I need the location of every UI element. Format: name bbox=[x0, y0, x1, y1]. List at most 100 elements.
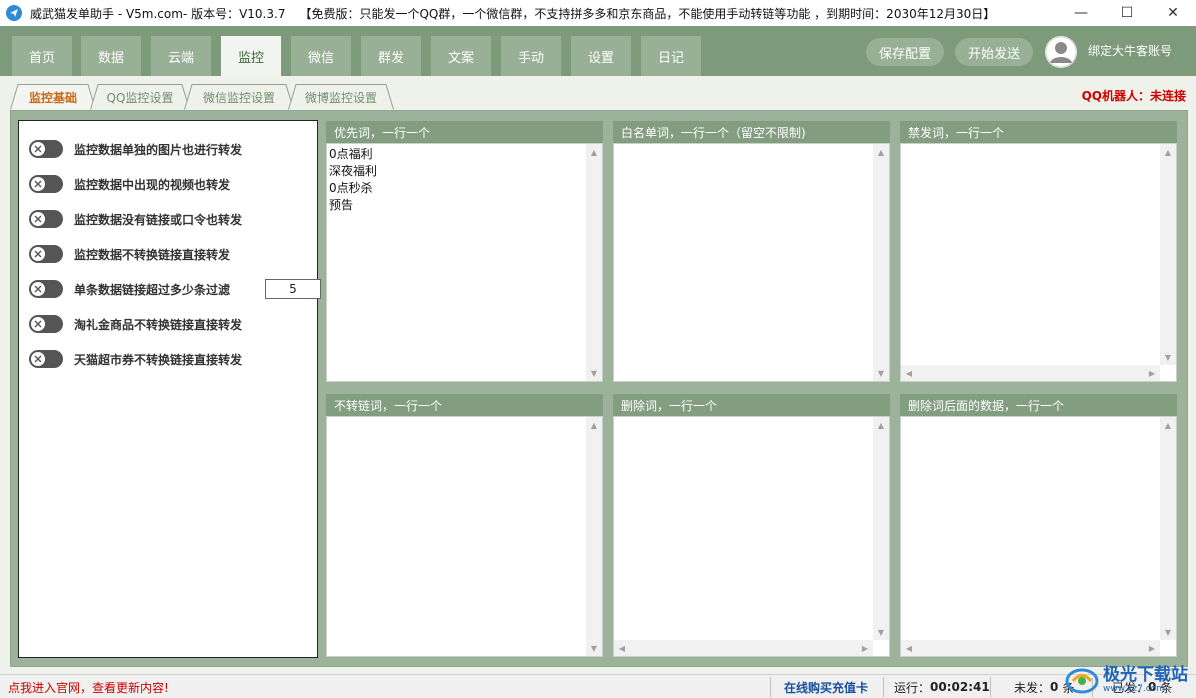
horizontal-scrollbar[interactable]: ◀ ▶ bbox=[901, 365, 1160, 381]
tab-data[interactable]: 数据 bbox=[81, 36, 141, 76]
scroll-up-icon[interactable]: ▲ bbox=[586, 417, 602, 433]
delete-words-textarea[interactable]: ▲ ▼ ◀ ▶ bbox=[613, 416, 890, 657]
off-icon bbox=[31, 212, 45, 226]
watermark-text: 极光下载站 bbox=[1103, 665, 1188, 686]
scroll-down-icon[interactable]: ▼ bbox=[1160, 349, 1176, 365]
vertical-scrollbar[interactable]: ▲ ▼ bbox=[586, 144, 602, 381]
window-title: 威武猫发单助手 - V5m.com- 版本号：V10.3.7 bbox=[30, 6, 286, 21]
avatar-icon[interactable] bbox=[1045, 36, 1077, 68]
vertical-scrollbar[interactable]: ▲ ▼ bbox=[586, 417, 602, 656]
unsent-value: 0 bbox=[1050, 680, 1059, 694]
scroll-up-icon[interactable]: ▲ bbox=[873, 417, 889, 433]
off-icon bbox=[31, 282, 45, 296]
toggle-switch[interactable] bbox=[29, 175, 63, 193]
tab-log[interactable]: 日记 bbox=[641, 36, 701, 76]
website-link[interactable]: 点我进入官网，查看更新内容! bbox=[8, 678, 169, 696]
tab-wechat[interactable]: 微信 bbox=[291, 36, 351, 76]
scroll-right-icon[interactable]: ▶ bbox=[857, 640, 873, 656]
bind-account-link[interactable]: 绑定大牛客账号 bbox=[1088, 42, 1172, 59]
no-convert-words-textarea[interactable]: ▲ ▼ bbox=[326, 416, 603, 657]
tab-group-send[interactable]: 群发 bbox=[361, 36, 421, 76]
toggle-switch[interactable] bbox=[29, 210, 63, 228]
toggle-switch[interactable] bbox=[29, 280, 63, 298]
runtime-value: 00:02:41 bbox=[930, 680, 990, 694]
subtab-qq-monitor[interactable]: QQ监控设置 bbox=[90, 84, 190, 110]
scroll-left-icon[interactable]: ◀ bbox=[901, 640, 917, 656]
off-icon bbox=[31, 317, 45, 331]
minimize-button[interactable]: — bbox=[1058, 0, 1104, 26]
scroll-down-icon[interactable]: ▼ bbox=[1160, 624, 1176, 640]
toggle-label: 天猫超市券不转换链接直接转发 bbox=[74, 352, 243, 367]
watermark-url: www.xz7.com bbox=[1103, 684, 1165, 695]
toggle-label: 监控数据单独的图片也进行转发 bbox=[74, 142, 243, 157]
scroll-right-icon[interactable]: ▶ bbox=[1144, 365, 1160, 381]
window-controls: — ☐ ✕ bbox=[1058, 0, 1196, 26]
scroll-up-icon[interactable]: ▲ bbox=[1160, 144, 1176, 160]
delete-words-box: 删除词，一行一个 ▲ ▼ ◀ ▶ bbox=[612, 393, 891, 658]
box-header: 白名单词，一行一个（留空不限制) bbox=[613, 121, 890, 143]
start-send-button[interactable]: 开始发送 bbox=[955, 38, 1033, 66]
toggle-switch[interactable] bbox=[29, 245, 63, 263]
subtab-monitor-basic[interactable]: 监控基础 bbox=[10, 84, 96, 110]
subtab-label: QQ监控设置 bbox=[106, 90, 174, 105]
scroll-right-icon[interactable]: ▶ bbox=[1144, 640, 1160, 656]
vertical-scrollbar[interactable]: ▲ ▼ bbox=[1160, 417, 1176, 640]
vertical-scrollbar[interactable]: ▲ ▼ bbox=[873, 417, 889, 640]
tab-copywriting[interactable]: 文案 bbox=[431, 36, 491, 76]
vertical-scrollbar[interactable]: ▲ ▼ bbox=[1160, 144, 1176, 365]
scroll-up-icon[interactable]: ▲ bbox=[1160, 417, 1176, 433]
banned-words-textarea[interactable]: ▲ ▼ ◀ ▶ bbox=[900, 143, 1177, 382]
runtime-label: 运行： bbox=[894, 680, 931, 695]
save-config-button[interactable]: 保存配置 bbox=[866, 38, 944, 66]
subtab-weibo-monitor[interactable]: 微博监控设置 bbox=[288, 84, 394, 110]
scroll-down-icon[interactable]: ▼ bbox=[586, 640, 602, 656]
divider bbox=[770, 677, 771, 697]
toggle-label: 淘礼金商品不转换链接直接转发 bbox=[74, 317, 243, 332]
scroll-down-icon[interactable]: ▼ bbox=[873, 365, 889, 381]
scroll-down-icon[interactable]: ▼ bbox=[873, 624, 889, 640]
buy-card-link[interactable]: 在线购买充值卡 bbox=[784, 678, 868, 696]
toggle-row: 淘礼金商品不转换链接直接转发 bbox=[29, 314, 242, 334]
toggle-row: 天猫超市券不转换链接直接转发 bbox=[29, 349, 242, 369]
status-bar: 点我进入官网，查看更新内容! 在线购买充值卡 运行： 00:02:41 未发： … bbox=[0, 674, 1196, 698]
scroll-left-icon[interactable]: ◀ bbox=[614, 640, 630, 656]
tab-settings[interactable]: 设置 bbox=[571, 36, 631, 76]
subtab-label: 监控基础 bbox=[28, 90, 77, 105]
horizontal-scrollbar[interactable]: ◀ ▶ bbox=[901, 640, 1160, 656]
vertical-scrollbar[interactable]: ▲ ▼ bbox=[873, 144, 889, 381]
maximize-button[interactable]: ☐ bbox=[1104, 0, 1150, 26]
banned-words-box: 禁发词，一行一个 ▲ ▼ ◀ ▶ bbox=[899, 120, 1178, 383]
toggle-label: 单条数据链接超过多少条过滤 bbox=[74, 282, 231, 297]
no-convert-words-box: 不转链词，一行一个 ▲ ▼ bbox=[325, 393, 604, 658]
scroll-up-icon[interactable]: ▲ bbox=[873, 144, 889, 160]
tab-home[interactable]: 首页 bbox=[12, 36, 72, 76]
subtab-wechat-monitor[interactable]: 微信监控设置 bbox=[184, 84, 294, 110]
scroll-up-icon[interactable]: ▲ bbox=[586, 144, 602, 160]
tab-monitor[interactable]: 监控 bbox=[221, 36, 281, 76]
toggle-switch[interactable] bbox=[29, 140, 63, 158]
box-header: 不转链词，一行一个 bbox=[326, 394, 603, 416]
subtab-label: 微博监控设置 bbox=[304, 90, 377, 105]
link-limit-input[interactable]: 5 bbox=[265, 279, 321, 299]
toggle-switch[interactable] bbox=[29, 350, 63, 368]
horizontal-scrollbar[interactable]: ◀ ▶ bbox=[614, 640, 873, 656]
scroll-left-icon[interactable]: ◀ bbox=[901, 365, 917, 381]
toggle-label: 监控数据没有链接或口令也转发 bbox=[74, 212, 243, 227]
toggle-switch[interactable] bbox=[29, 315, 63, 333]
toggle-row: 监控数据没有链接或口令也转发 bbox=[29, 209, 242, 229]
priority-words-textarea[interactable]: 0点福利 深夜福利 0点秒杀 预告 ▲ ▼ bbox=[326, 143, 603, 382]
qq-robot-status: QQ机器人：未连接 bbox=[1081, 89, 1186, 103]
divider bbox=[990, 677, 991, 697]
close-button[interactable]: ✕ bbox=[1150, 0, 1196, 26]
delete-after-words-textarea[interactable]: ▲ ▼ ◀ ▶ bbox=[900, 416, 1177, 657]
delete-after-words-box: 删除词后面的数据，一行一个 ▲ ▼ ◀ ▶ bbox=[899, 393, 1178, 658]
divider bbox=[883, 677, 884, 697]
whitelist-words-textarea[interactable]: ▲ ▼ bbox=[613, 143, 890, 382]
tab-cloud[interactable]: 云端 bbox=[151, 36, 211, 76]
subtab-label: 微信监控设置 bbox=[202, 90, 275, 105]
scroll-down-icon[interactable]: ▼ bbox=[586, 365, 602, 381]
box-lines: 0点福利 深夜福利 0点秒杀 预告 bbox=[329, 146, 377, 214]
off-icon bbox=[31, 177, 45, 191]
tab-manual[interactable]: 手动 bbox=[501, 36, 561, 76]
whitelist-words-box: 白名单词，一行一个（留空不限制) ▲ ▼ bbox=[612, 120, 891, 383]
